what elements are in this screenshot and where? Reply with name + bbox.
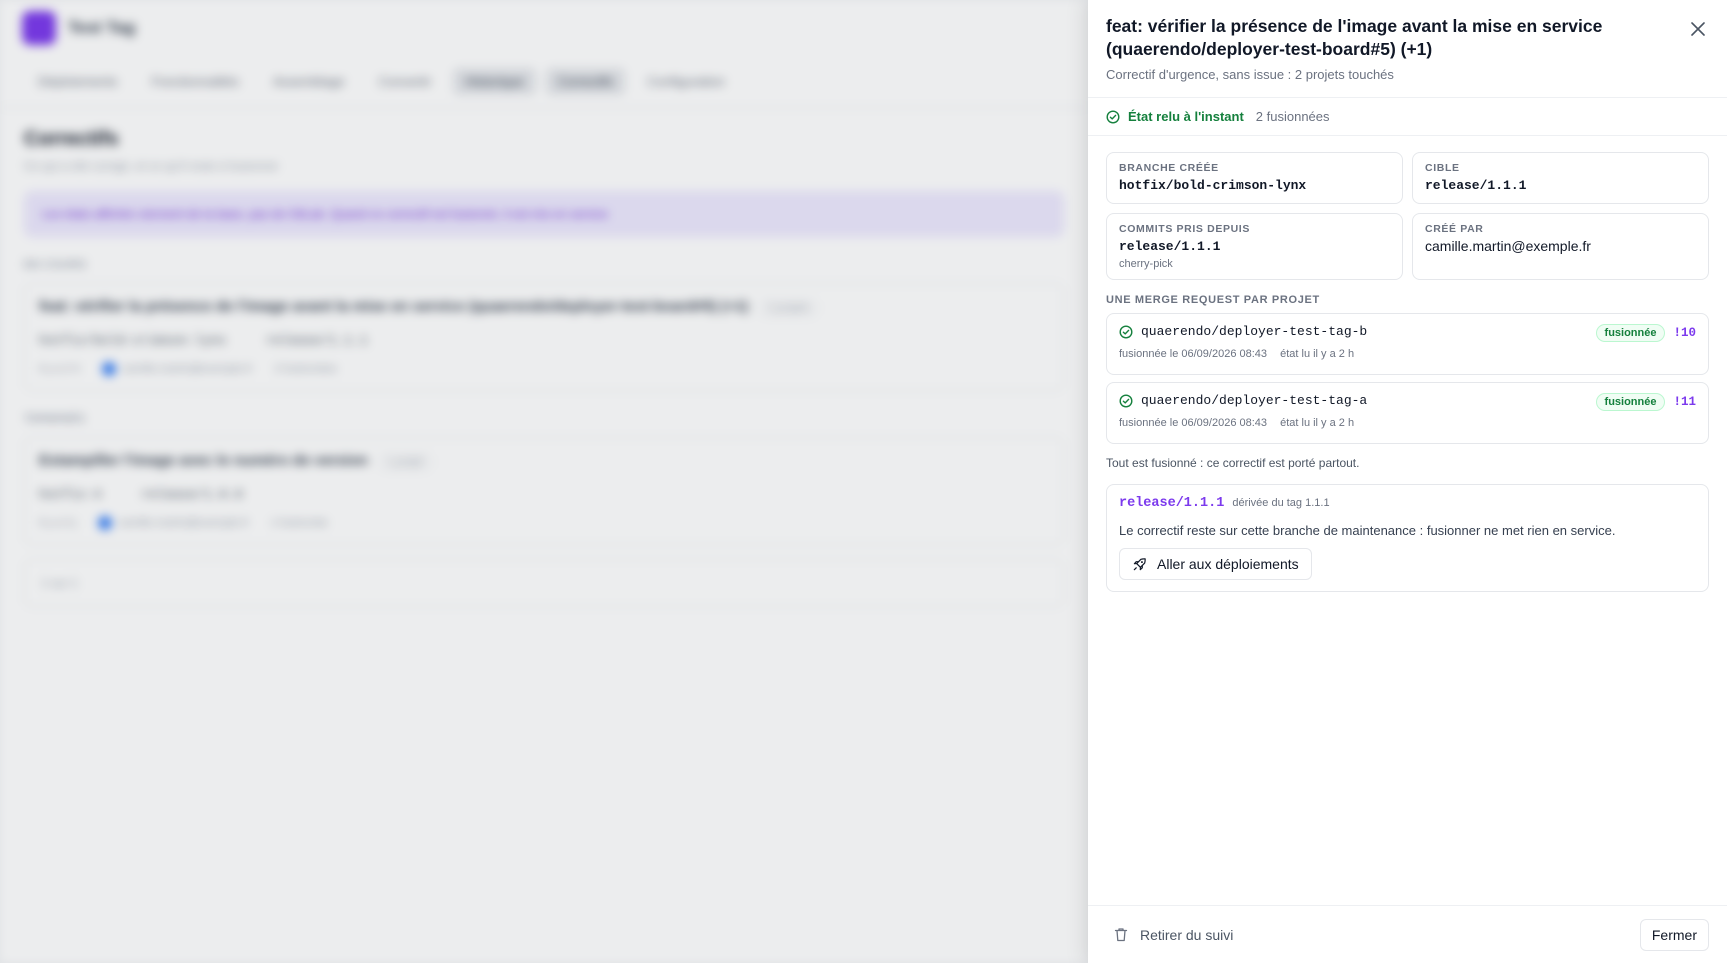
target-label: CIBLE	[1425, 162, 1460, 174]
created-branch-value: hotfix/bold-crimson-lynx	[1119, 178, 1307, 193]
mr-right: fusionnée !10	[1595, 324, 1696, 342]
commits-from-card: COMMITS PRIS DEPUIS release/1.1.1 cherry…	[1106, 213, 1403, 280]
check-circle-icon	[1119, 393, 1133, 408]
created-branch-card: BRANCHE CRÉÉE hotfix/bold-crimson-lynx	[1106, 152, 1403, 204]
close-button[interactable]	[1687, 18, 1709, 40]
drawer-body: BRANCHE CRÉÉE hotfix/bold-crimson-lynx C…	[1088, 136, 1727, 592]
mr-read-at: état lu il y a 2 h	[1280, 348, 1355, 360]
release-header: release/1.1.1 dérivée du tag 1.1.1	[1119, 496, 1696, 511]
mr-right: fusionnée !11	[1595, 393, 1696, 411]
mr-merged-at: fusionnée le 06/09/2026 08:43	[1119, 348, 1268, 360]
merged-count: 2 fusionnées	[1255, 109, 1330, 124]
drawer-title: feat: vérifier la présence de l'image av…	[1106, 16, 1603, 59]
target-value: release/1.1.1	[1425, 178, 1527, 193]
commits-from-value: release/1.1.1	[1119, 239, 1221, 254]
drawer-footer: Retirer du suivi Fermer	[1088, 905, 1727, 963]
drawer-header: feat: vérifier la présence de l'image av…	[1088, 0, 1727, 98]
mr-link[interactable]: !10	[1673, 326, 1696, 340]
created-by-card: CRÉÉ PAR camille.martin@exemple.fr	[1412, 213, 1709, 280]
mr-meta: fusionnée le 06/09/2026 08:43 état lu il…	[1119, 417, 1696, 429]
mr-section-label: UNE MERGE REQUEST PAR PROJET	[1106, 294, 1320, 306]
untrack-label: Retirer du suivi	[1140, 926, 1234, 943]
release-branch: release/1.1.1	[1119, 496, 1225, 511]
release-card: release/1.1.1 dérivée du tag 1.1.1 Le co…	[1106, 484, 1709, 592]
merge-request-row[interactable]: quaerendo/deployer-test-tag-a fusionnée …	[1106, 382, 1709, 444]
hotfix-detail-drawer: feat: vérifier la présence de l'image av…	[1088, 0, 1727, 963]
check-circle-icon	[1119, 324, 1133, 339]
mr-status-badge: fusionnée	[1595, 393, 1666, 411]
release-description: Le correctif reste sur cette branche de …	[1119, 523, 1616, 538]
created-branch-label: BRANCHE CRÉÉE	[1119, 162, 1219, 174]
mr-project: quaerendo/deployer-test-tag-a	[1141, 393, 1368, 408]
close-drawer-button[interactable]: Fermer	[1639, 918, 1709, 951]
merge-request-row[interactable]: quaerendo/deployer-test-tag-b fusionnée …	[1106, 313, 1709, 375]
target-card: CIBLE release/1.1.1	[1412, 152, 1709, 204]
mr-merged-at: fusionnée le 06/09/2026 08:43	[1119, 417, 1268, 429]
drawer-subtitle: Correctif d'urgence, sans issue : 2 proj…	[1106, 67, 1394, 82]
commits-from-hint: cherry-pick	[1119, 258, 1173, 270]
rocket-icon	[1133, 557, 1146, 570]
modal-backdrop[interactable]	[0, 0, 1088, 963]
commits-from-label: COMMITS PRIS DEPUIS	[1119, 223, 1250, 235]
mr-meta: fusionnée le 06/09/2026 08:43 état lu il…	[1119, 348, 1696, 360]
trash-icon	[1114, 928, 1128, 942]
mr-link[interactable]: !11	[1673, 395, 1696, 409]
go-to-deployments-button[interactable]: Aller aux déploiements	[1119, 548, 1312, 580]
close-icon	[1691, 22, 1705, 36]
mr-status-badge: fusionnée	[1595, 324, 1666, 342]
status-text: État relu à l'instant	[1128, 109, 1244, 124]
go-to-deployments-label: Aller aux déploiements	[1157, 556, 1299, 572]
untrack-button[interactable]: Retirer du suivi	[1114, 927, 1233, 943]
release-derived: dérivée du tag 1.1.1	[1232, 497, 1330, 509]
mr-project: quaerendo/deployer-test-tag-b	[1141, 324, 1368, 339]
created-by-value: camille.martin@exemple.fr	[1425, 238, 1591, 254]
created-by-label: CRÉÉ PAR	[1425, 223, 1484, 235]
all-merged-note: Tout est fusionné : ce correctif est por…	[1106, 456, 1360, 470]
info-grid: BRANCHE CRÉÉE hotfix/bold-crimson-lynx C…	[1106, 152, 1709, 280]
check-circle-icon	[1106, 109, 1120, 124]
status-bar: État relu à l'instant 2 fusionnées	[1088, 98, 1727, 136]
mr-read-at: état lu il y a 2 h	[1280, 417, 1355, 429]
